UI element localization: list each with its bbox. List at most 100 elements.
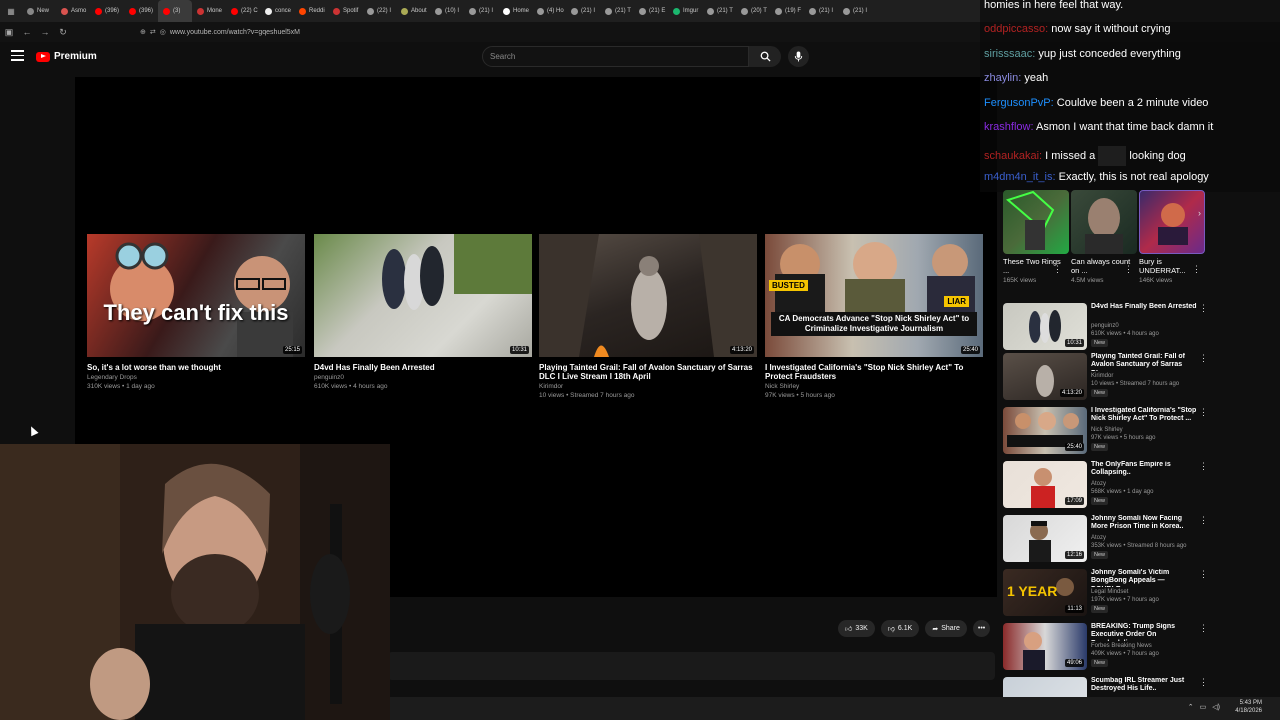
video-thumbnail[interactable]: 17:09 [1003,461,1087,508]
video-menu-icon[interactable]: ⋮ [1199,623,1208,634]
short-thumbnail[interactable] [1139,190,1205,254]
channel-name[interactable]: penguinz0 [1091,323,1119,329]
channel-name[interactable]: Forbes Breaking News [1091,643,1152,649]
browser-tab[interactable]: (396) [90,0,124,22]
channel-name[interactable]: Nick Shirley [1091,427,1123,433]
video-title[interactable]: Playing Tainted Grail: Fall of Avalon Sa… [539,363,757,381]
browser-tab[interactable]: (21) I [838,0,872,22]
video-thumbnail[interactable]: 49:06 [1003,623,1087,670]
browser-tab[interactable]: (21) E [634,0,668,22]
video-thumbnail[interactable]: 12:16 [1003,515,1087,562]
video-thumbnail[interactable]: They can't fix this 25:15 [87,234,305,357]
browser-tab[interactable]: (22) C [226,0,260,22]
recommended-video[interactable]: 49:06 BREAKING: Trump Signs Executive Or… [1003,623,1213,673]
short-menu-icon[interactable]: ⋮ [1053,264,1062,275]
recommended-video[interactable]: 17:09 The OnlyFans Empire is Collapsing.… [1003,461,1213,511]
video-thumbnail[interactable]: 4:13:20 [539,234,757,357]
video-title[interactable]: Johnny Somali Now Facing More Prison Tim… [1091,515,1199,532]
video-title[interactable]: Playing Tainted Grail: Fall of Avalon Sa… [1091,353,1199,371]
channel-name[interactable]: penguinz0 [314,374,532,382]
like-button[interactable]: 👍︎ 33K [838,620,875,637]
voice-search-button[interactable] [788,46,809,67]
video-title[interactable]: I Investigated California's "Stop Nick S… [765,363,983,381]
end-screen-video[interactable]: BUSTED LIAR CA Democrats Advance "Stop N… [765,234,983,400]
browser-tab[interactable]: (21) I [566,0,600,22]
video-menu-icon[interactable]: ⋮ [1199,461,1208,472]
browser-tab[interactable]: (4) Ho [532,0,566,22]
site-info-icon[interactable]: ⊕ [140,28,146,36]
video-title[interactable]: Scumbag IRL Streamer Just Destroyed His … [1091,677,1199,694]
volume-icon[interactable]: ◁) [1212,703,1220,711]
youtube-logo[interactable]: Premium [36,51,97,62]
video-title[interactable]: D4vd Has Finally Been Arrested [1091,303,1199,311]
browser-tab[interactable]: (10) I [430,0,464,22]
back-icon[interactable]: ← [18,27,36,37]
short-menu-icon[interactable]: ⋮ [1124,264,1133,275]
browser-tab[interactable]: Asmo [56,0,90,22]
hamburger-menu-icon[interactable] [11,50,24,62]
browser-tab[interactable]: (396) [124,0,158,22]
tab-actions-icon[interactable]: ▦ [0,7,22,16]
recommended-video[interactable]: 25:40 I Investigated California's "Stop … [1003,407,1213,457]
channel-name[interactable]: Nick Shirley [765,383,983,391]
browser-tab[interactable]: (19) F [770,0,804,22]
description-panel[interactable] [388,652,995,680]
end-screen-video[interactable]: They can't fix this 25:15 So, it's a lot… [87,234,305,391]
video-menu-icon[interactable]: ⋮ [1199,677,1208,688]
browser-tab[interactable]: Reddi [294,0,328,22]
browser-tab[interactable]: (22) I [362,0,396,22]
dislike-button[interactable]: 👎︎ 6.1K [880,620,920,637]
channel-name[interactable]: Legendary Drops [87,374,305,382]
video-thumbnail[interactable]: 10:31 [1003,303,1087,350]
video-menu-icon[interactable]: ⋮ [1199,353,1208,364]
browser-tab[interactable]: Mone [192,0,226,22]
browser-tab[interactable]: New [22,0,56,22]
recommended-video[interactable]: 12:16 Johnny Somali Now Facing More Pris… [1003,515,1213,565]
video-title[interactable]: BREAKING: Trump Signs Executive Order On… [1091,623,1199,641]
system-clock[interactable]: 5:43 PM 4/18/2026 [1235,700,1262,716]
video-title[interactable]: So, it's a lot worse than we thought [87,363,305,372]
browser-tab[interactable]: (3) [158,0,192,22]
browser-tab[interactable]: (21) T [600,0,634,22]
browser-tab[interactable]: (21) I [804,0,838,22]
recommended-video[interactable]: 4:13:20 Playing Tainted Grail: Fall of A… [1003,353,1213,403]
sidebar-toggle-icon[interactable]: ▣ [0,27,18,38]
channel-name[interactable]: Kirimdor [1091,373,1113,379]
network-icon[interactable]: ▭ [1200,703,1207,711]
chevron-right-icon[interactable]: › [1198,208,1201,218]
channel-name[interactable]: Atozy [1091,481,1106,487]
forward-icon[interactable]: → [36,27,54,37]
video-thumbnail[interactable]: 10:31 [314,234,532,357]
tune-icon[interactable]: ⇄ [150,28,156,36]
browser-tab[interactable]: (21) T [702,0,736,22]
browser-tab[interactable]: Spotif [328,0,362,22]
browser-tab[interactable]: About [396,0,430,22]
tracking-icon[interactable]: ◎ [160,28,166,36]
browser-tab[interactable]: conce [260,0,294,22]
channel-name[interactable]: Legal Mindset [1091,589,1128,595]
video-thumbnail[interactable]: 4:13:20 [1003,353,1087,400]
channel-name[interactable]: Atozy [1091,535,1106,541]
video-title[interactable]: I Investigated California's "Stop Nick S… [1091,407,1199,424]
share-button[interactable]: ➦ Share [925,620,967,637]
short-thumbnail[interactable] [1003,190,1069,254]
browser-tab[interactable]: Imgur [668,0,702,22]
video-menu-icon[interactable]: ⋮ [1199,407,1208,418]
short-thumbnail[interactable] [1071,190,1137,254]
video-thumbnail[interactable]: BUSTED LIAR CA Democrats Advance "Stop N… [765,234,983,357]
search-input[interactable]: Search [482,46,749,67]
reload-icon[interactable]: ↻ [54,27,72,38]
short-menu-icon[interactable]: ⋮ [1192,264,1201,275]
recommended-video[interactable]: 1 YEAR 11:13 Johnny Somali's Victim Bong… [1003,569,1213,619]
end-screen-video[interactable]: 10:31 D4vd Has Finally Been Arrested pen… [314,234,532,391]
video-thumbnail[interactable]: 1 YEAR 11:13 [1003,569,1087,616]
video-menu-icon[interactable]: ⋮ [1199,515,1208,526]
browser-tab[interactable]: (20) T [736,0,770,22]
video-title[interactable]: D4vd Has Finally Been Arrested [314,363,532,372]
browser-tab[interactable]: (21) I [464,0,498,22]
more-actions-button[interactable]: ••• [972,620,991,637]
video-title[interactable]: Johnny Somali's Victim BongBong Appeals … [1091,569,1199,587]
end-screen-video[interactable]: 4:13:20 Playing Tainted Grail: Fall of A… [539,234,757,400]
video-thumbnail[interactable]: 25:40 [1003,407,1087,454]
recommended-video[interactable]: 10:31 D4vd Has Finally Been Arrested pen… [1003,303,1213,353]
